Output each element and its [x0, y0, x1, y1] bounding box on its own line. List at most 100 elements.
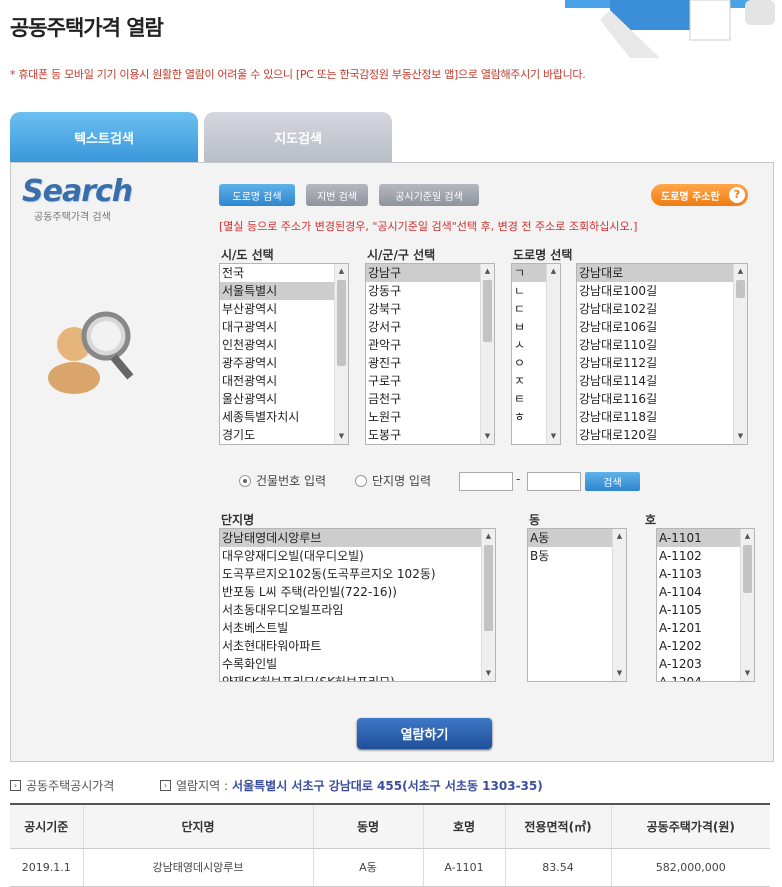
result-table: 공시기준 단지명 동명 호명 전용면적(㎡) 공동주택가격(원) 2019.1.…	[10, 803, 770, 887]
sido-option[interactable]: 대전광역시	[220, 372, 348, 390]
building-search-button[interactable]: 검색	[585, 472, 640, 491]
sido-option[interactable]: 울산광역시	[220, 390, 348, 408]
lot-search-button[interactable]: 지번 검색	[306, 184, 368, 206]
scroll-down-icon: ▼	[737, 432, 744, 440]
scroll-up-icon: ▲	[485, 532, 492, 540]
complex-option[interactable]: 서초동대우디오빌프라임	[220, 601, 495, 619]
complex-option[interactable]: 도곡푸르지오102동(도곡푸르지오 102동)	[220, 565, 495, 583]
sigungu-option[interactable]: 구로구	[366, 372, 494, 390]
scrollbar[interactable]: ▲ ▼	[546, 264, 560, 444]
result-header-row: 공시기준 단지명 동명 호명 전용면적(㎡) 공동주택가격(원)	[10, 803, 770, 849]
sigungu-option[interactable]: 노원구	[366, 408, 494, 426]
sido-option[interactable]: 경기도	[220, 426, 348, 444]
chevron-right-icon: ›	[160, 780, 171, 791]
complex-option[interactable]: 서초베스트빌	[220, 619, 495, 637]
sigungu-option[interactable]: 광진구	[366, 354, 494, 372]
road-name-option[interactable]: 강남대로	[577, 264, 747, 282]
sigungu-option[interactable]: 도봉구	[366, 426, 494, 444]
scroll-down-icon: ▼	[484, 432, 491, 440]
info-price-text: 공동주택공시가격	[26, 779, 115, 793]
complex-listbox[interactable]: 강남태영데시앙루브 대우양재디오빌(대우디오빌) 도곡푸르지오102동(도곡푸르지오…	[219, 528, 496, 682]
scrollbar-thumb[interactable]	[743, 545, 752, 593]
road-name-option[interactable]: 강남대로112길	[577, 354, 747, 372]
sido-option[interactable]: 부산광역시	[220, 300, 348, 318]
complex-option[interactable]: 강남태영데시앙루브	[220, 529, 495, 547]
complex-option[interactable]: 서초현대타워아파트	[220, 637, 495, 655]
user-search-illustration	[48, 311, 134, 394]
road-name-option[interactable]: 강남대로100길	[577, 282, 747, 300]
sido-option[interactable]: 서울특별시	[220, 282, 348, 300]
sido-option[interactable]: 세종특별자치시	[220, 408, 348, 426]
road-name-option[interactable]: 강남대로116길	[577, 390, 747, 408]
table-row: 2019.1.1 강남태영데시앙루브 A동 A-1101 83.54 582,0…	[10, 848, 770, 887]
view-button[interactable]: 열람하기	[357, 718, 492, 749]
tab-map-search[interactable]: 지도검색	[204, 112, 392, 162]
tab-text-search[interactable]: 텍스트검색	[10, 112, 198, 162]
radio-building-number[interactable]: 건물번호 입력	[239, 472, 326, 489]
col-header-price: 공동주택가격(원)	[610, 803, 770, 849]
sido-option[interactable]: 전국	[220, 264, 348, 282]
sido-option[interactable]: 광주광역시	[220, 354, 348, 372]
scrollbar-thumb[interactable]	[736, 280, 745, 298]
sigungu-option[interactable]: 금천구	[366, 390, 494, 408]
complex-option[interactable]: 수록화인빌	[220, 655, 495, 673]
info-price-label: › 공동주택공시가격	[10, 777, 114, 794]
ho-label: 호	[645, 513, 657, 527]
sido-label: 시/도 선택	[221, 248, 274, 262]
dong-label: 동	[529, 513, 541, 527]
info-region: › 열람지역 : 서울특별시 서초구 강남대로 455(서초구 서초동 1303…	[160, 777, 543, 794]
complex-option[interactable]: 양재SK허브프리모(SK허브프리모)	[220, 673, 495, 681]
sigungu-option[interactable]: 강서구	[366, 318, 494, 336]
sido-option[interactable]: 인천광역시	[220, 336, 348, 354]
scrollbar[interactable]: ▲ ▼	[481, 529, 495, 681]
complex-option[interactable]: 대우양재디오빌(대우디오빌)	[220, 547, 495, 565]
radio-circle-checked	[239, 474, 251, 487]
sigungu-listbox[interactable]: 강남구 강동구 강북구 강서구 관악구 광진구 구로구 금천구 노원구 도봉구 ▲ ▼	[365, 263, 495, 445]
road-name-option[interactable]: 강남대로118길	[577, 408, 747, 426]
road-initial-listbox[interactable]: ㄱㄴㄷㅂㅅㅇㅈㅌㅎ ▲ ▼	[511, 263, 561, 445]
col-header-dong: 동명	[312, 803, 423, 849]
col-header-date: 공시기준	[10, 803, 83, 849]
radio-complex-label: 단지명 입력	[372, 474, 432, 488]
cell-price: 582,000,000	[610, 848, 770, 887]
road-name-listbox[interactable]: 강남대로 강남대로100길 강남대로102길 강남대로106길 강남대로110길 강남대로…	[576, 263, 748, 445]
ho-listbox[interactable]: A-1101 A-1102 A-1103 A-1104 A-1105 A-1201 A-12…	[656, 528, 755, 682]
sigungu-option[interactable]: 강동구	[366, 282, 494, 300]
sigungu-option[interactable]: 강북구	[366, 300, 494, 318]
scrollbar[interactable]: ▲ ▼	[612, 529, 626, 681]
sido-option[interactable]: 대구광역시	[220, 318, 348, 336]
mobile-notice: * 휴대폰 등 모바일 기기 이용시 원활한 열람이 어려울 수 있으니 [PC…	[10, 68, 586, 81]
sido-listbox[interactable]: 전국 서울특별시 부산광역시 대구광역시 인천광역시 광주광역시 대전광역시 울산광역시 세종특…	[219, 263, 349, 445]
road-name-option[interactable]: 강남대로114길	[577, 372, 747, 390]
header-illustration	[565, 0, 775, 58]
scrollbar[interactable]: ▲ ▼	[480, 264, 494, 444]
info-region-label: 열람지역 :	[176, 779, 229, 793]
search-logo: Search 공동주택가격 검색	[22, 176, 133, 226]
radio-circle	[355, 474, 367, 487]
scrollbar[interactable]: ▲ ▼	[733, 264, 747, 444]
building-number-sub-input[interactable]	[527, 472, 581, 491]
scrollbar[interactable]: ▲ ▼	[740, 529, 754, 681]
scroll-down-icon: ▼	[485, 669, 492, 677]
road-address-help-button[interactable]: 도로명 주소란 ?	[651, 184, 748, 206]
col-header-ho: 호명	[422, 803, 505, 849]
dong-listbox[interactable]: A동 B동 ▲ ▼	[527, 528, 627, 682]
scrollbar-thumb[interactable]	[484, 545, 493, 631]
sigungu-option[interactable]: 강남구	[366, 264, 494, 282]
road-name-option[interactable]: 강남대로102길	[577, 300, 747, 318]
building-number-main-input[interactable]	[459, 472, 513, 491]
scrollbar-thumb[interactable]	[337, 280, 346, 366]
sigungu-option[interactable]: 관악구	[366, 336, 494, 354]
radio-complex-name[interactable]: 단지명 입력	[355, 472, 431, 489]
sigungu-label: 시/군/구 선택	[367, 248, 436, 262]
road-name-option[interactable]: 강남대로120길	[577, 426, 747, 444]
scroll-up-icon: ▲	[484, 267, 491, 275]
scroll-up-icon: ▲	[550, 267, 557, 275]
scrollbar-thumb[interactable]	[483, 280, 492, 342]
scrollbar[interactable]: ▲ ▼	[334, 264, 348, 444]
road-name-option[interactable]: 강남대로106길	[577, 318, 747, 336]
road-name-option[interactable]: 강남대로110길	[577, 336, 747, 354]
complex-option[interactable]: 반포동 L씨 주택(라인빌(722-16))	[220, 583, 495, 601]
date-search-button[interactable]: 공시기준일 검색	[379, 184, 479, 206]
road-search-button[interactable]: 도로명 검색	[219, 184, 295, 206]
